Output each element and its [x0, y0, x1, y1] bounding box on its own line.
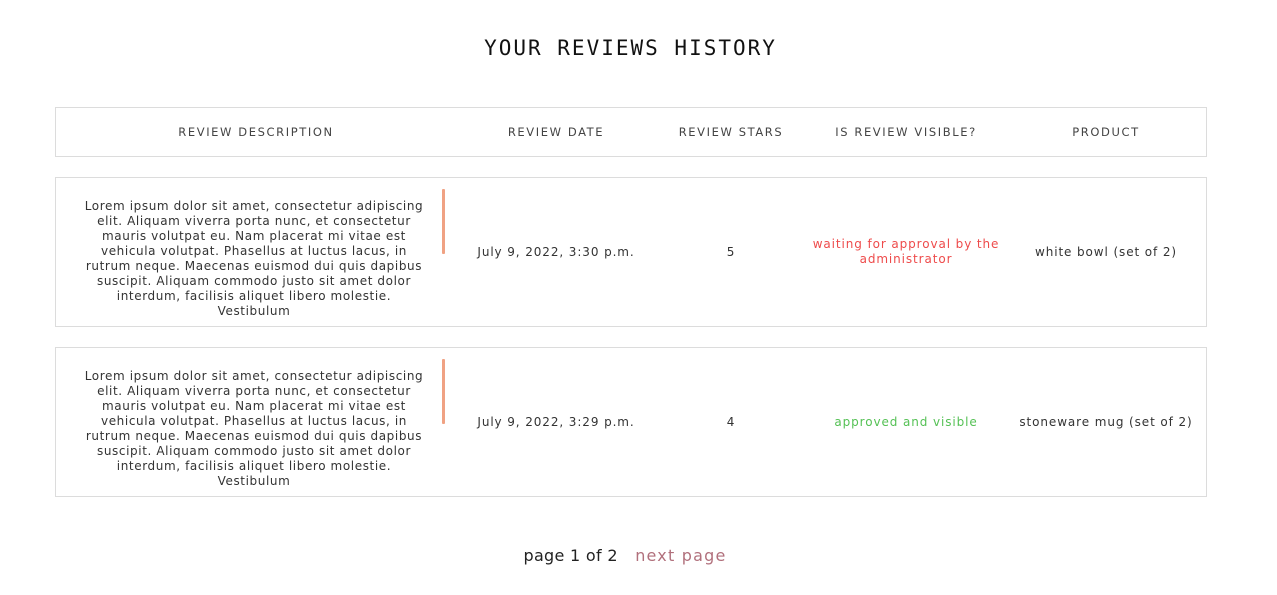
table-header: REVIEW DESCRIPTION REVIEW DATE REVIEW ST… [55, 107, 1207, 157]
description-scrollbar[interactable] [442, 359, 445, 424]
header-review-date: REVIEW DATE [507, 125, 605, 139]
pagination: page 1 of 2 next page [0, 546, 1250, 565]
table-row: Lorem ipsum dolor sit amet, consectetur … [55, 347, 1207, 497]
review-visibility-status: waiting for approval by the administrato… [812, 237, 1000, 266]
review-description[interactable]: Lorem ipsum dolor sit amet, consectetur … [80, 369, 428, 487]
review-stars: 5 [726, 244, 736, 259]
review-date: July 9, 2022, 3:30 p.m. [477, 244, 635, 259]
page-title: YOUR REVIEWS HISTORY [484, 36, 777, 60]
review-product: stoneware mug (set of 2) [1019, 414, 1193, 429]
header-is-review-visible: IS REVIEW VISIBLE? [835, 125, 977, 139]
next-page-link[interactable]: next page [635, 546, 726, 565]
table-row: Lorem ipsum dolor sit amet, consectetur … [55, 177, 1207, 327]
review-visibility-status: approved and visible [834, 414, 978, 429]
review-date: July 9, 2022, 3:29 p.m. [477, 414, 635, 429]
review-product: white bowl (set of 2) [1034, 244, 1177, 259]
review-stars: 4 [726, 414, 736, 429]
header-product: PRODUCT [1072, 125, 1140, 139]
header-review-description: REVIEW DESCRIPTION [178, 125, 334, 139]
description-scrollbar[interactable] [442, 189, 445, 254]
header-review-stars: REVIEW STARS [678, 125, 784, 139]
page-indicator: page 1 of 2 [523, 546, 618, 565]
review-description[interactable]: Lorem ipsum dolor sit amet, consectetur … [80, 199, 428, 317]
